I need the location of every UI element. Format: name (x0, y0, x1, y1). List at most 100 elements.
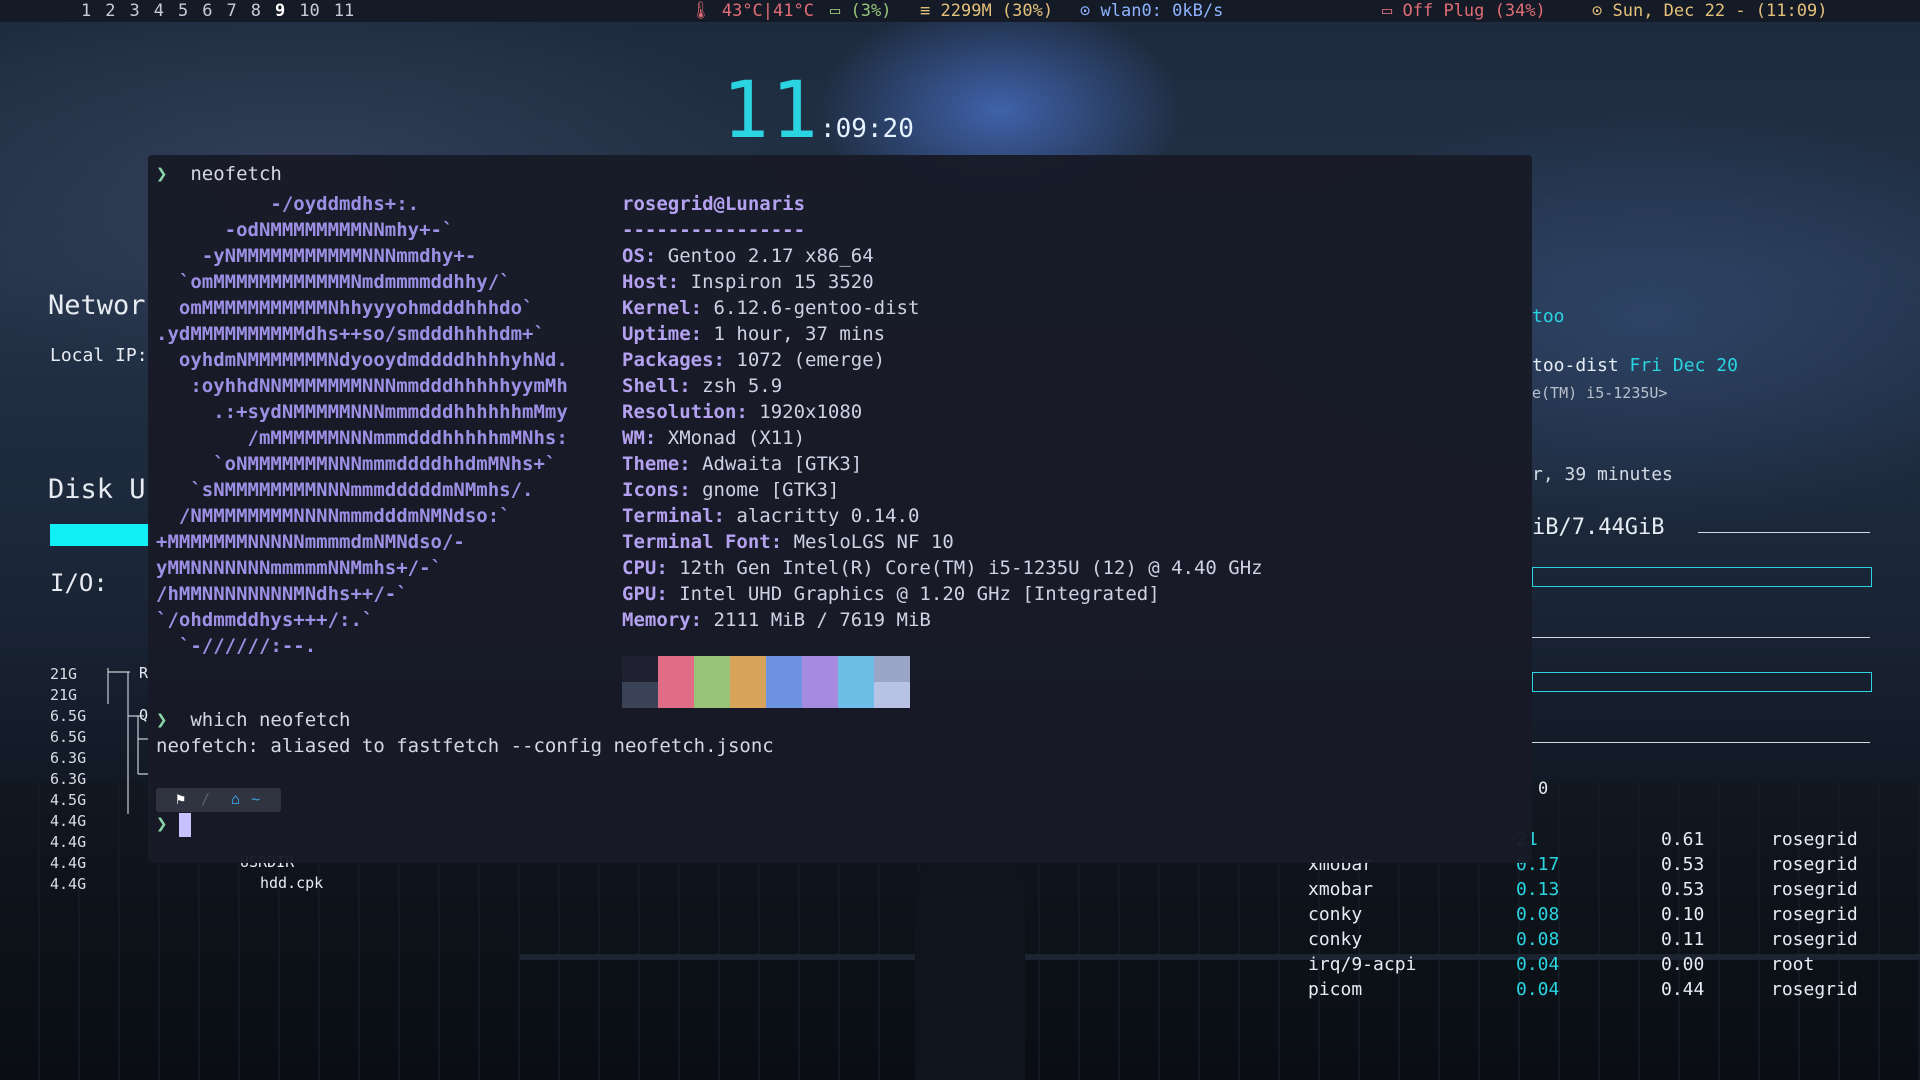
workspace-5[interactable]: 5 (171, 0, 195, 22)
info-key: GPU (622, 583, 657, 605)
ascii-line: `sNMMMMMMMMNNNmmmdddddmNMmhs/. (156, 479, 534, 501)
workspace-1[interactable]: 1 (74, 0, 98, 22)
ascii-line: `/ohdmmddhys+++/:.` (156, 609, 374, 631)
info-key: Resolution (622, 401, 737, 423)
command-neofetch: neofetch (190, 163, 282, 185)
divider-1 (1532, 637, 1870, 638)
battery-icon: ▭ (1382, 1, 1393, 21)
info-row: Memory: 2111 MiB / 7619 MiB (622, 607, 1263, 633)
ascii-line: -odNMMMMMMMMNNmhy+-` (156, 219, 454, 241)
ascii-line: oyhdmNMMMMMMMNdyooydmddddhhhhyhNd. (156, 349, 568, 371)
process-mem: 0.53 (1661, 879, 1705, 900)
info-colon: : (713, 349, 737, 371)
local-ip-label: Local IP: (50, 345, 148, 366)
disk-usage-bar (50, 524, 150, 546)
kernel-fragment: too-dist Fri Dec 20 (1532, 355, 1738, 376)
ascii-line: -yNMMMMMMMMMMMNNNmmdhy+- (156, 245, 477, 267)
process-mem: 0.00 (1661, 954, 1705, 975)
tree-size: 4.4G (50, 812, 87, 830)
info-colon: : (713, 505, 737, 527)
ascii-line: +MMMMMMMNNNNNmmmmdmNMNdso/- (156, 531, 465, 553)
system-info: rosegrid@Lunaris ---------------- OS: Gent… (622, 191, 1263, 633)
text-cursor[interactable] (179, 813, 191, 837)
datetime-widget: ⊙ Sun, Dec 22 - (11:09) (1592, 0, 1827, 22)
workspace-8[interactable]: 8 (244, 0, 268, 22)
prompt-line-2: ❯ which neofetch (156, 709, 351, 731)
ascii-line: .:+sydNMMMMMNNNmmmdddhhhhhhmMmy (156, 401, 568, 423)
info-row: Icons: gnome [GTK3] (622, 477, 1263, 503)
info-key: Host (622, 271, 668, 293)
process-user: rosegrid (1771, 904, 1858, 925)
ascii-line: /mMMMMMMNNNmmmdddhhhhhmMNhs: (156, 427, 568, 449)
info-colon: : (667, 271, 691, 293)
workspace-10[interactable]: 10 (292, 0, 326, 22)
info-value: MesloLGS NF 10 (793, 531, 954, 553)
battery-widget: ▭ Off Plug (34%) (1382, 0, 1546, 22)
net-widget: ⊙ wlan0: 0kB/s (1080, 0, 1223, 22)
info-key: Packages (622, 349, 714, 371)
clock-minsec: :09:20 (819, 114, 914, 144)
workspace-6[interactable]: 6 (195, 0, 219, 22)
process-mem: 0.61 (1661, 829, 1705, 850)
workspace-11[interactable]: 11 (327, 0, 361, 22)
kernel-date: Fri Dec 20 (1629, 355, 1738, 376)
process-name: conky (1308, 904, 1363, 925)
info-colon: : (656, 557, 680, 579)
command-which: which neofetch (190, 709, 351, 731)
info-row: Terminal: alacritty 0.14.0 (622, 503, 1263, 529)
powerline-prompt: ⚑ / ⌂ ~ (156, 788, 281, 812)
workspace-7[interactable]: 7 (220, 0, 244, 22)
info-key: Memory (622, 609, 691, 631)
tree-size: 4.4G (50, 833, 87, 851)
process-user: rosegrid (1771, 979, 1858, 1000)
terminal-window[interactable]: ❯ neofetch -/oyddmdhs+:. -odNMMMMMMMMNNm… (148, 155, 1532, 863)
ascii-line: `oNMMMMMMMNNNmmmddddhhdmMNhs+` (156, 453, 557, 475)
cpu-widget: ▭ (3%) (830, 0, 891, 22)
process-mem: 0.10 (1661, 904, 1705, 925)
palette-swatch (766, 656, 802, 708)
status-bar: 1 2 3 4 5 6 7 8 9 10 11 🌡 43°C|41°C ▭ (3%) ≡ 2299M… (0, 0, 1920, 22)
divider-2 (1532, 742, 1870, 743)
info-value: Gentoo 2.17 x86_64 (667, 245, 874, 267)
clock-hour: 11 (722, 66, 820, 156)
tree-size: 4.4G (50, 854, 87, 872)
mem-widget: ≡ 2299M (30%) (920, 0, 1053, 22)
info-row: Theme: Adwaita [GTK3] (622, 451, 1263, 477)
home-tilde: ~ (251, 790, 261, 808)
info-key: Kernel (622, 297, 691, 319)
palette-swatch (802, 656, 838, 708)
tree-size: 21G (50, 686, 78, 704)
network-icon: ⊙ (1080, 1, 1091, 21)
info-key: OS (622, 245, 645, 267)
datetime-text: Sun, Dec 22 - (11:09) (1612, 1, 1828, 21)
info-row: Packages: 1072 (emerge) (622, 347, 1263, 373)
process-name: irq/9-acpi (1308, 954, 1417, 975)
palette-swatch (730, 656, 766, 708)
distro-fragment: too (1532, 306, 1565, 327)
mem-text: 2299M (30%) (940, 1, 1054, 21)
process-name: xmobar (1308, 879, 1374, 900)
info-value: 2111 MiB / 7619 MiB (713, 609, 931, 631)
process-row: picom 0.04 0.44 rosegrid (1308, 977, 1891, 1002)
prompt-icon: ❯ (156, 163, 168, 185)
mem-fragment: iB/7.44GiB (1532, 515, 1665, 540)
info-key: CPU (622, 557, 657, 579)
info-row: Resolution: 1920x1080 (622, 399, 1263, 425)
ascii-line: `omMMMMMMMMMMMMNmdmmmmddhhy/` (156, 271, 511, 293)
process-user: rosegrid (1771, 854, 1858, 875)
workspace-2[interactable]: 2 (98, 0, 122, 22)
info-value: 1 hour, 37 mins (713, 323, 886, 345)
info-colon: : (656, 583, 680, 605)
info-row: CPU: 12th Gen Intel(R) Core(TM) i5-1235U… (622, 555, 1263, 581)
workspace-4[interactable]: 4 (147, 0, 171, 22)
user-host: rosegrid@Lunaris (622, 193, 806, 215)
zero-value: 0 (1538, 779, 1549, 799)
gentoo-ascii-logo: -/oyddmdhs+:. -odNMMMMMMMMNNmhy+-` -yNMM… (156, 191, 568, 659)
process-mem: 0.44 (1661, 979, 1705, 1000)
workspace-3[interactable]: 3 (123, 0, 147, 22)
info-colon: : (679, 479, 703, 501)
info-value: zsh 5.9 (702, 375, 783, 397)
process-cpu: 0.08 (1516, 929, 1560, 950)
workspace-9[interactable]: 9 (268, 0, 292, 22)
network-title: Networ (48, 290, 146, 321)
